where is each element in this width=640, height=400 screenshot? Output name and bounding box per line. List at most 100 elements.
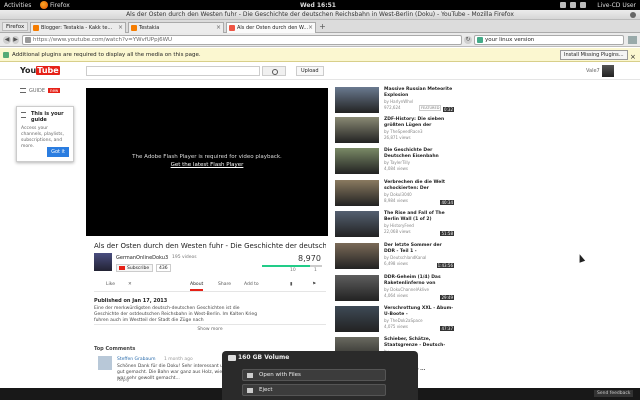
window-title: Als der Osten durch den Westen fuhr - Di… — [126, 11, 514, 18]
comment-time: 1 month ago — [164, 357, 193, 362]
dislike-icon[interactable]: ✕ — [128, 282, 132, 287]
close-window-icon[interactable] — [630, 12, 636, 18]
get-flash-link[interactable]: Get the latest Flash Player — [86, 162, 328, 168]
eject-button[interactable]: Eject — [242, 384, 386, 396]
username[interactable]: Vale7 — [586, 68, 600, 74]
tab-share[interactable]: Share — [218, 282, 231, 287]
logo-tube: Tube — [36, 66, 60, 75]
channel-avatar[interactable] — [94, 253, 112, 271]
related-video-item[interactable]: 40:34 Verbrechen die die Welt schockierte… — [335, 180, 455, 206]
home-icon[interactable] — [628, 36, 637, 44]
drive-icon — [228, 355, 236, 361]
related-video-title[interactable]: DDR-Geheim (1/4) Das Raketenlinferno von — [384, 275, 454, 286]
tab-add-to[interactable]: Add to — [244, 282, 259, 287]
like-count: 10 — [290, 268, 296, 273]
related-video-item[interactable]: 29:49 DDR-Geheim (1/4) Das Raketenlinfern… — [335, 275, 455, 301]
avatar[interactable] — [602, 65, 614, 77]
related-video-title[interactable]: ZDF-History: Die sieben größten Lügen de… — [384, 117, 454, 128]
related-video-item[interactable]: ZDF-History: Die sieben größten Lügen de… — [335, 117, 455, 143]
search-engine-icon[interactable] — [477, 37, 483, 43]
close-tab-icon[interactable]: × — [118, 23, 123, 33]
comment-avatar[interactable] — [98, 356, 112, 370]
volume-notification: 160 GB Volume Open with Files Eject — [222, 351, 418, 400]
firefox-menu-button[interactable]: Firefox — [2, 22, 29, 31]
url-bar[interactable]: https://www.youtube.com/watch?v=YWvfUPpj… — [22, 35, 462, 45]
tab-blogger[interactable]: Blogger: Testakia - Kakk te... × — [30, 22, 126, 33]
forward-button[interactable]: ▶ — [12, 36, 19, 44]
open-with-files-button[interactable]: Open with Files — [242, 369, 386, 381]
network-icon[interactable] — [560, 2, 566, 8]
site-identity-icon[interactable] — [25, 37, 31, 43]
video-thumbnail[interactable] — [335, 87, 379, 113]
guide-tooltip: This is your guide Access your channels,… — [16, 106, 74, 162]
related-video-item[interactable]: 47:37 Verschrottung XXL - Abum-U-Boote -b… — [335, 306, 455, 332]
search-bar[interactable]: your linux version — [474, 35, 624, 45]
activities-button[interactable]: Activities — [4, 2, 31, 9]
youtube-search-input[interactable] — [86, 66, 260, 76]
tab-youtube[interactable]: Als der Osten durch den W... × — [226, 22, 316, 33]
battery-icon[interactable] — [580, 2, 586, 8]
comment-author[interactable]: Steffen Grabaum — [117, 357, 156, 362]
related-video-item[interactable]: Die Geschichte Der Deutschen Eisenbahn by… — [335, 148, 455, 174]
related-video-item[interactable]: 0:32 Massive Russian Meteorite Explosion b… — [335, 87, 455, 113]
like-ratio-fill — [262, 265, 310, 267]
back-button[interactable]: ◀ — [3, 36, 11, 44]
related-video-title[interactable]: Verbrechen die die Welt schockierten: De… — [384, 180, 454, 191]
close-tab-icon[interactable]: × — [308, 23, 313, 33]
tab-testakia[interactable]: Testakia × — [128, 22, 224, 33]
related-video-title[interactable]: Die Geschichte Der Deutschen Eisenbahn — [384, 148, 454, 159]
video-player[interactable]: The Adobe Flash Player is required for v… — [86, 88, 328, 236]
related-video-title[interactable]: Verschrottung XXL - Abum-U-Boote - — [384, 306, 454, 317]
new-badge: new — [48, 88, 61, 93]
comment-text: Schönen Dank für die Doku! Sehr interess… — [117, 364, 229, 381]
like-ratio-bar — [262, 265, 322, 267]
tab-bar: Firefox Blogger: Testakia - Kakk te... ×… — [0, 20, 640, 33]
volume-name: 160 GB Volume — [238, 354, 290, 361]
video-thumbnail[interactable] — [335, 148, 379, 174]
logo-you: You — [20, 66, 37, 75]
like-button[interactable]: Like — [106, 282, 115, 287]
video-duration: 51:58 — [440, 231, 454, 236]
related-video-title[interactable]: Schieber, Schätze, Staatsgrenze - Deutsc… — [384, 337, 454, 348]
video-thumbnail[interactable] — [335, 211, 379, 237]
related-video-views: 22,068 views — [384, 229, 411, 234]
video-actions-bar: Like ✕ About Share Add to ▮ ⚑ — [94, 280, 326, 292]
close-tab-icon[interactable]: × — [216, 23, 221, 33]
related-video-views: 4,084 views — [384, 166, 409, 171]
reload-button[interactable]: ↻ — [464, 36, 472, 44]
send-feedback-button[interactable]: Send feedback — [594, 390, 634, 397]
related-video-views: 4,075 views — [384, 324, 409, 329]
user-menu[interactable]: Live-CD User — [597, 2, 636, 9]
new-tab-button[interactable]: + — [318, 23, 327, 32]
show-more-button[interactable]: Show more — [94, 324, 326, 332]
app-menu[interactable]: Firefox — [50, 2, 70, 9]
related-video-author: by HistoryFeed — [384, 223, 414, 228]
guide-button[interactable]: GUIDE new — [20, 88, 61, 94]
video-thumbnail[interactable] — [335, 306, 379, 332]
upload-button[interactable]: Upload — [296, 66, 324, 76]
volume-icon[interactable] — [570, 2, 576, 8]
video-title: Als der Osten durch den Westen fuhr - Di… — [94, 242, 326, 250]
related-video-title[interactable]: The Rise and Fall of The Berlin Wall (1 … — [384, 211, 454, 222]
related-video-views: 6,498 views — [384, 261, 409, 266]
clock[interactable]: Wed 16:51 — [300, 2, 336, 9]
subscribe-button[interactable]: Subscribe — [116, 264, 154, 272]
video-thumbnail[interactable] — [335, 117, 379, 143]
install-missing-plugins-button[interactable]: Install Missing Plugins... — [560, 50, 628, 60]
search-icon[interactable] — [262, 66, 286, 76]
related-video-item[interactable]: 51:58 The Rise and Fall of The Berlin Wal… — [335, 211, 455, 237]
related-video-title[interactable]: Der letzte Sommer der DDR - Teil 1 - — [384, 243, 454, 254]
plugin-message: Additional plugins are required to displ… — [12, 52, 201, 58]
reply-link[interactable]: Reply — [117, 378, 129, 383]
video-thumbnail[interactable] — [335, 243, 379, 269]
related-video-title[interactable]: Massive Russian Meteorite Explosion — [384, 87, 454, 98]
flag-icon[interactable]: ⚑ — [312, 282, 316, 287]
video-thumbnail[interactable] — [335, 275, 379, 301]
stats-icon[interactable]: ▮ — [290, 282, 292, 287]
channel-name[interactable]: GermanOnlineDoku3 — [116, 255, 168, 261]
tab-about[interactable]: About — [190, 282, 204, 291]
got-it-button[interactable]: Got it — [47, 147, 69, 157]
youtube-logo[interactable]: YouTube — [20, 66, 60, 75]
related-video-item[interactable]: 1:43:56 Der letzte Sommer der DDR - Teil … — [335, 243, 455, 269]
video-thumbnail[interactable] — [335, 180, 379, 206]
